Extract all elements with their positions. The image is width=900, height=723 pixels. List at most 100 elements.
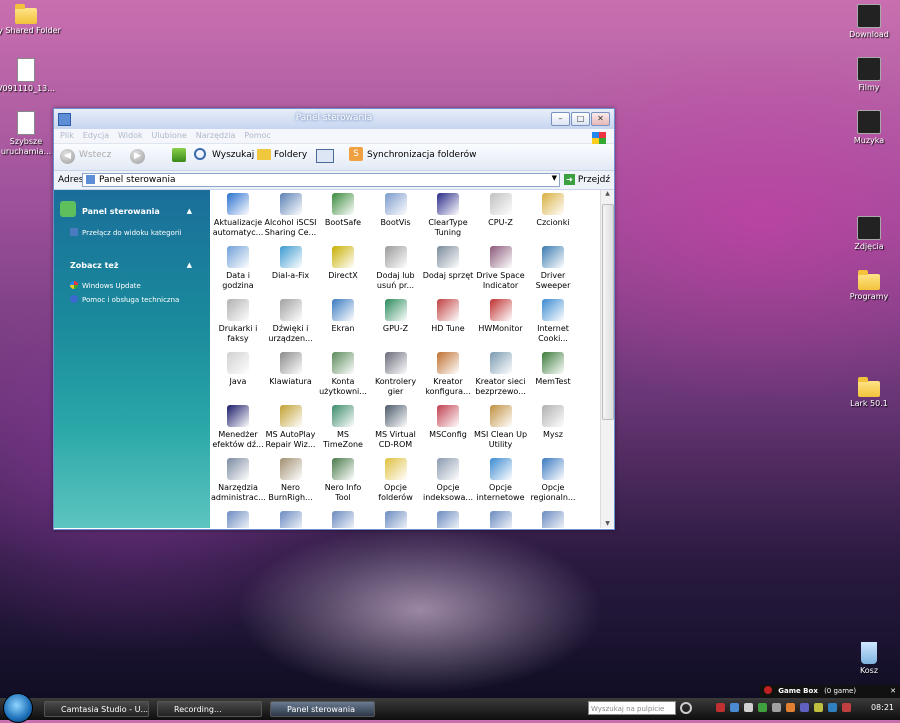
control-panel-item[interactable]: Dodaj lub usuń pr...: [369, 246, 423, 291]
search-icon[interactable]: [194, 148, 206, 160]
control-panel-item[interactable]: Dodaj sprzęt: [421, 246, 475, 281]
desktop-icon-programy[interactable]: Programy: [834, 270, 900, 302]
desktop-icon-lark[interactable]: Lark 50.1: [834, 377, 900, 409]
tray-icon[interactable]: [758, 703, 767, 712]
desktop-icon-video-file[interactable]: V091110_13...: [0, 58, 61, 94]
control-panel-item[interactable]: Data i godzina: [211, 246, 265, 291]
control-panel-item[interactable]: HD Tune: [421, 299, 475, 334]
help-support-link[interactable]: Pomoc i obsługa techniczna: [70, 295, 179, 304]
applet-icon[interactable]: [489, 511, 512, 528]
tray-icon[interactable]: [786, 703, 795, 712]
applet-icon[interactable]: [227, 511, 249, 528]
control-panel-item[interactable]: Internet Cooki...: [526, 299, 580, 344]
back-button-label[interactable]: Wstecz: [79, 150, 111, 160]
folders-button[interactable]: Foldery: [274, 150, 307, 160]
control-panel-item[interactable]: Kreator sieci bezprzewo...: [474, 352, 528, 397]
game-box-bar[interactable]: Game Box (0 game) ✕: [760, 685, 900, 698]
tray-icon[interactable]: [716, 703, 725, 712]
desktop-icon-shared-folder[interactable]: My Shared Folder: [0, 4, 61, 36]
desktop-icon-zdjecia[interactable]: Zdjęcia: [834, 216, 900, 252]
applet-icon[interactable]: [542, 511, 564, 528]
tray-icon[interactable]: [814, 703, 823, 712]
minimize-button[interactable]: –: [551, 112, 570, 126]
start-button[interactable]: [3, 693, 33, 723]
control-panel-item[interactable]: DirectX: [316, 246, 370, 281]
desktop-icon-download[interactable]: Download: [834, 4, 900, 40]
go-button[interactable]: ➜ Przejdź: [564, 174, 610, 185]
collapse-chevron-icon[interactable]: ▲: [187, 261, 192, 269]
control-panel-item[interactable]: Kreator konfigura...: [421, 352, 475, 397]
control-panel-item[interactable]: Menedżer efektów dź...: [211, 405, 265, 450]
maximize-button[interactable]: □: [571, 112, 590, 126]
control-panel-item[interactable]: Opcje internetowe: [474, 458, 528, 503]
sync-folders-button[interactable]: Synchronizacja folderów: [367, 150, 476, 160]
control-panel-item[interactable]: MSI Clean Up Utility: [474, 405, 528, 450]
control-panel-item[interactable]: Mysz: [526, 405, 580, 440]
control-panel-item[interactable]: Opcje folderów: [369, 458, 423, 503]
control-panel-item[interactable]: MS Virtual CD-ROM: [369, 405, 423, 450]
network-icon[interactable]: [842, 703, 851, 712]
control-panel-item[interactable]: CPU-Z: [474, 193, 528, 228]
applet-icon[interactable]: [279, 511, 302, 528]
sync-icon[interactable]: S: [349, 147, 363, 161]
desktop-icon-quick-launch[interactable]: Szybsze uruchamia...: [0, 111, 61, 157]
control-panel-item[interactable]: ClearType Tuning: [421, 193, 475, 238]
vertical-scrollbar[interactable]: ▲ ▼: [600, 190, 614, 528]
tray-icon[interactable]: [800, 703, 809, 712]
up-folder-icon[interactable]: [172, 148, 186, 162]
applet-icon[interactable]: [437, 511, 459, 528]
windows-update-link[interactable]: Windows Update: [70, 281, 141, 290]
menu-narzedzia[interactable]: Narzędzia: [196, 131, 236, 140]
menu-ulubione[interactable]: Ulubione: [151, 131, 186, 140]
control-panel-item[interactable]: Konta użytkowni...: [316, 352, 370, 397]
control-panel-item[interactable]: MS AutoPlay Repair Wiz...: [264, 405, 318, 450]
control-panel-item[interactable]: Kontrolery gier: [369, 352, 423, 397]
folders-icon[interactable]: [257, 149, 271, 160]
close-icon[interactable]: ✕: [890, 685, 896, 698]
control-panel-item[interactable]: Driver Sweeper: [526, 246, 580, 291]
applet-icon[interactable]: [384, 511, 407, 528]
scrollbar-thumb[interactable]: [602, 204, 614, 420]
desktop-icon-muzyka[interactable]: Muzyka: [834, 110, 900, 146]
collapse-chevron-icon[interactable]: ▲: [187, 207, 192, 215]
menu-edycja[interactable]: Edycja: [83, 131, 109, 140]
desktop-search-input[interactable]: Wyszukaj na pulpicie: [588, 701, 676, 715]
menu-plik[interactable]: Plik: [60, 131, 74, 140]
tray-icon[interactable]: [772, 703, 781, 712]
control-panel-item[interactable]: Nero Info Tool: [316, 458, 370, 503]
taskbar-button-recording[interactable]: Recording...: [157, 701, 262, 717]
control-panel-item[interactable]: Opcje regionaln...: [526, 458, 580, 503]
clock[interactable]: 08:21: [871, 703, 894, 712]
control-panel-item[interactable]: Czcionki: [526, 193, 580, 228]
control-panel-item[interactable]: GPU-Z: [369, 299, 423, 334]
control-panel-item[interactable]: Java: [211, 352, 265, 387]
control-panel-item[interactable]: BootSafe: [316, 193, 370, 228]
menu-widok[interactable]: Widok: [118, 131, 143, 140]
chevron-down-icon[interactable]: ▼: [552, 174, 557, 182]
desktop-icon-recycle-bin[interactable]: Kosz: [834, 642, 900, 676]
taskbar-button-camtasia[interactable]: Camtasia Studio - U...: [44, 701, 149, 717]
control-panel-item[interactable]: Aktualizacje automatyc...: [211, 193, 265, 238]
control-panel-item[interactable]: Alcohol iSCSI Sharing Ce...: [264, 193, 318, 238]
scroll-up-arrow-icon[interactable]: ▲: [601, 190, 614, 197]
control-panel-item[interactable]: Dźwięki i urządzen...: [264, 299, 318, 344]
address-input[interactable]: Panel sterowania ▼: [82, 173, 560, 187]
taskbar-button-control-panel[interactable]: Panel sterowania: [270, 701, 375, 717]
control-panel-item[interactable]: Drive Space Indicator: [474, 246, 528, 291]
control-panel-item[interactable]: MSConfig: [421, 405, 475, 440]
control-panel-item[interactable]: Drukarki i faksy: [211, 299, 265, 344]
control-panel-item[interactable]: Nero BurnRigh...: [264, 458, 318, 503]
menu-pomoc[interactable]: Pomoc: [244, 131, 271, 140]
control-panel-item[interactable]: Narzędzia administrac...: [211, 458, 266, 503]
control-panel-item[interactable]: Opcje indeksowa...: [421, 458, 475, 503]
applet-icon[interactable]: [332, 511, 354, 528]
tray-icon[interactable]: [744, 703, 753, 712]
forward-arrow-icon[interactable]: ▶: [130, 149, 145, 164]
close-button[interactable]: ✕: [591, 112, 610, 126]
tray-icon[interactable]: [730, 703, 739, 712]
desktop-icon-filmy[interactable]: Filmy: [834, 57, 900, 93]
volume-icon[interactable]: [828, 703, 837, 712]
control-panel-item[interactable]: Dial-a-Fix: [264, 246, 318, 281]
search-button[interactable]: Wyszukaj: [212, 150, 254, 160]
control-panel-item[interactable]: Ekran: [316, 299, 370, 334]
